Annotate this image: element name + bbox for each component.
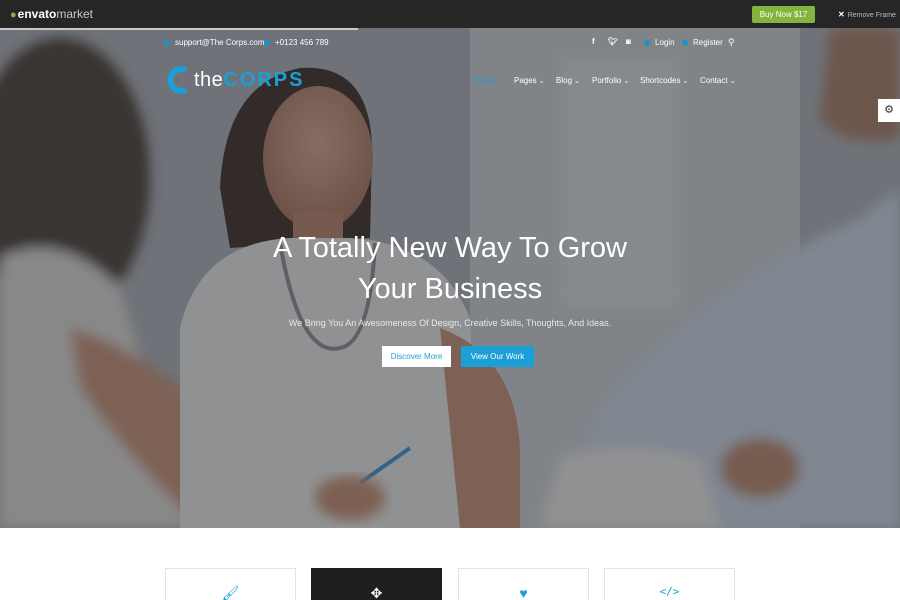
- login-link[interactable]: Login: [644, 38, 675, 47]
- remove-frame-link[interactable]: ✕ Remove Frame: [838, 10, 896, 19]
- search-icon[interactable]: ⚲: [728, 37, 735, 48]
- logo-text-the: the: [194, 69, 224, 91]
- slider-progress-bar: [0, 28, 358, 30]
- nav-contact[interactable]: Contact ⌄: [700, 76, 735, 85]
- nav-pages[interactable]: Pages ⌄: [514, 76, 545, 85]
- envato-frame-bar: ●envatomarket Buy Now $17 ✕ Remove Frame: [0, 0, 900, 28]
- gear-icon[interactable]: ⚙: [878, 99, 900, 122]
- register-link[interactable]: Register: [682, 38, 723, 47]
- user-icon: [682, 39, 688, 46]
- nav-home[interactable]: Home: [474, 76, 495, 85]
- chevron-down-icon: ⌄: [574, 78, 580, 85]
- heart-icon: ♥: [519, 585, 528, 600]
- phone-icon: [264, 39, 270, 46]
- twitter-icon[interactable]: 🐦︎: [608, 37, 618, 46]
- hero-section: support@The Corps.com +0123 456 789 f 🐦︎…: [0, 28, 900, 528]
- instagram-icon[interactable]: ◙: [626, 37, 631, 46]
- phone-info[interactable]: +0123 456 789: [264, 38, 329, 47]
- nav-blog[interactable]: Blog ⌄: [556, 76, 580, 85]
- envelope-icon: [164, 39, 170, 46]
- chevron-down-icon: ⌄: [682, 78, 689, 85]
- logo-text-corps: CORPS: [223, 69, 305, 91]
- feature-box[interactable]: </>: [604, 568, 735, 600]
- feature-box[interactable]: 🖌︎: [165, 568, 296, 600]
- code-icon: </>: [659, 585, 680, 598]
- chevron-down-icon: ⌄: [729, 78, 736, 85]
- feature-box[interactable]: ✥: [311, 568, 442, 600]
- nav-shortcodes[interactable]: Shortcodes ⌄: [640, 76, 688, 85]
- hero-headline: A Totally New Way To Grow Your Business: [272, 232, 628, 305]
- close-icon: ✕: [838, 10, 845, 19]
- facebook-icon[interactable]: f: [592, 37, 595, 46]
- nav-portfolio[interactable]: Portfolio ⌄: [592, 76, 629, 85]
- discover-more-button[interactable]: Discover More: [382, 346, 451, 367]
- feature-box[interactable]: ♥: [458, 568, 589, 600]
- chevron-down-icon: ⌄: [538, 78, 545, 85]
- move-arrows-icon: ✥: [370, 585, 383, 600]
- logo-c-mark-icon: [167, 66, 188, 94]
- view-our-work-button[interactable]: View Our Work: [461, 346, 534, 367]
- envato-market-logo[interactable]: ●envatomarket: [10, 7, 93, 21]
- envato-leaf-icon: ●: [10, 9, 17, 21]
- lock-icon: [644, 39, 650, 46]
- hero-subline: We Bring You An Awesomeness Of Design, C…: [288, 318, 612, 328]
- paintbrush-icon: 🖌︎: [221, 585, 240, 600]
- email-info[interactable]: support@The Corps.com: [164, 38, 265, 47]
- chevron-down-icon: ⌄: [623, 78, 630, 85]
- buy-now-button[interactable]: Buy Now $17: [752, 6, 815, 23]
